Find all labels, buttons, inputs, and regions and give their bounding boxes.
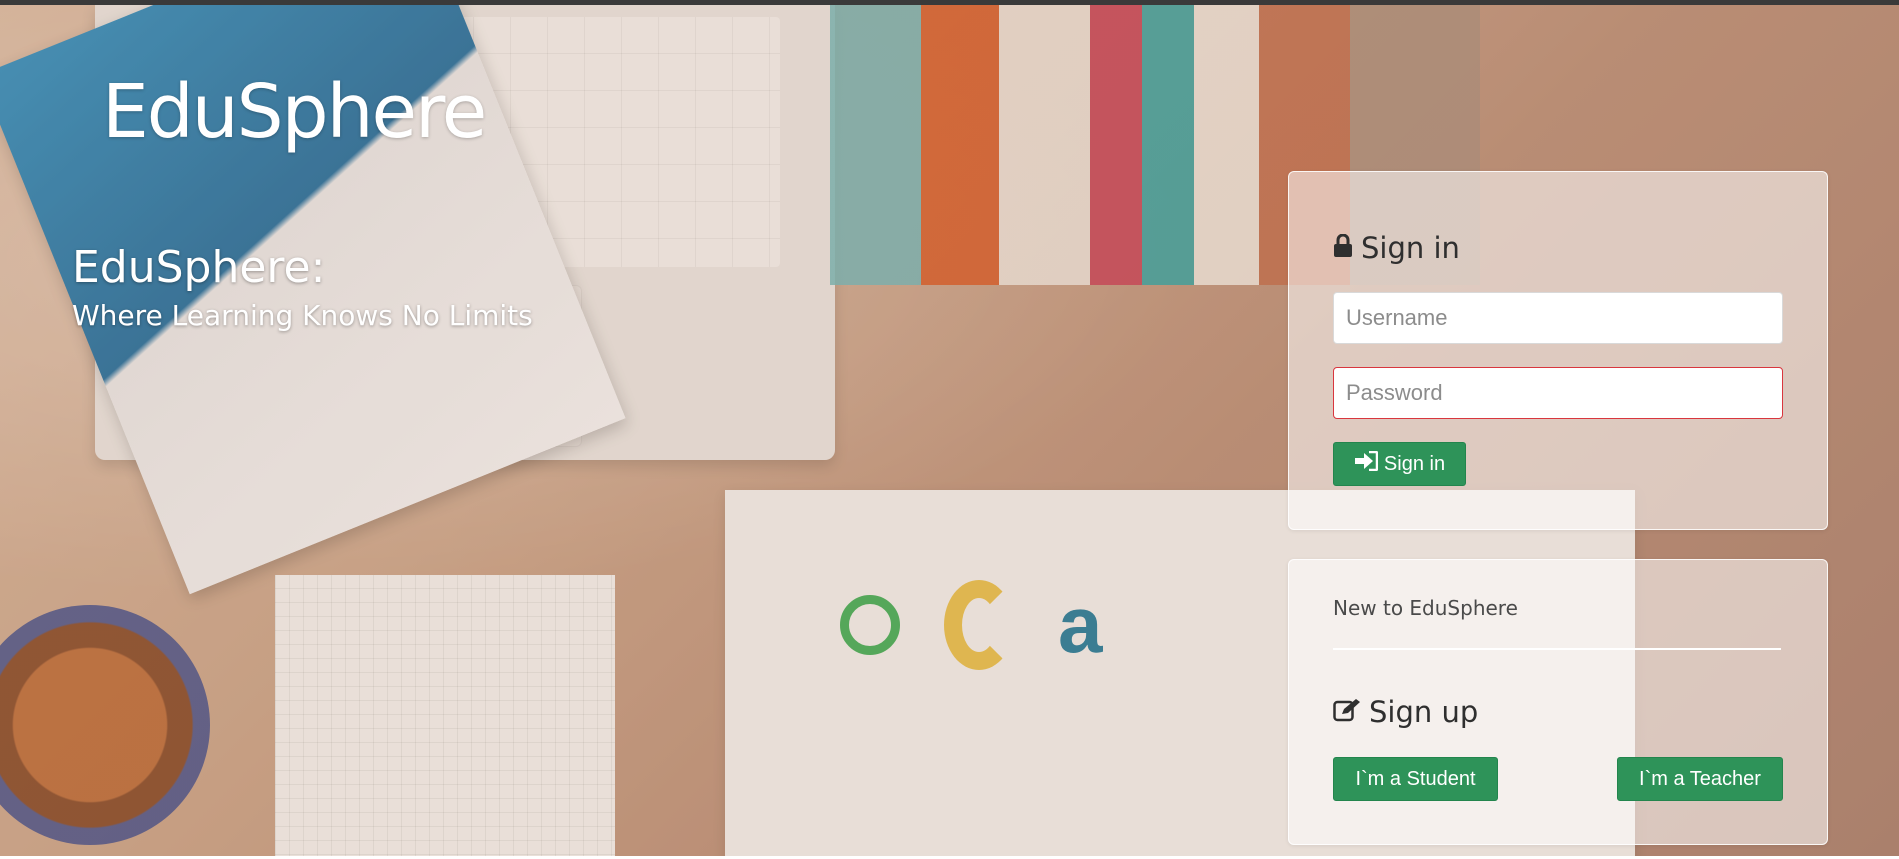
signin-heading: Sign in [1333, 234, 1460, 263]
signin-panel: Sign in Sign in [1288, 171, 1828, 530]
hero-subtitle: Where Learning Knows No Limits [72, 299, 533, 332]
username-input[interactable] [1333, 292, 1783, 344]
teacher-signup-button[interactable]: I`m a Teacher [1617, 757, 1783, 801]
password-input[interactable] [1333, 367, 1783, 419]
signup-divider [1333, 648, 1781, 650]
student-signup-button[interactable]: I`m a Student [1333, 757, 1498, 801]
lock-icon [1333, 233, 1353, 263]
edit-icon [1333, 698, 1361, 727]
brand-logo: EduSphere [102, 69, 487, 155]
signin-button-label: Sign in [1383, 452, 1446, 475]
signup-panel: New to EduSphere Sign up I`m a Student I… [1288, 559, 1828, 845]
signin-title: Sign in [1361, 231, 1460, 265]
hero-title: EduSphere: [72, 242, 326, 293]
signup-heading: Sign up [1333, 698, 1478, 727]
signup-prompt: New to EduSphere [1333, 596, 1518, 620]
signup-title: Sign up [1369, 695, 1479, 729]
signin-button[interactable]: Sign in [1333, 442, 1466, 486]
sign-in-arrow-icon [1354, 450, 1379, 477]
